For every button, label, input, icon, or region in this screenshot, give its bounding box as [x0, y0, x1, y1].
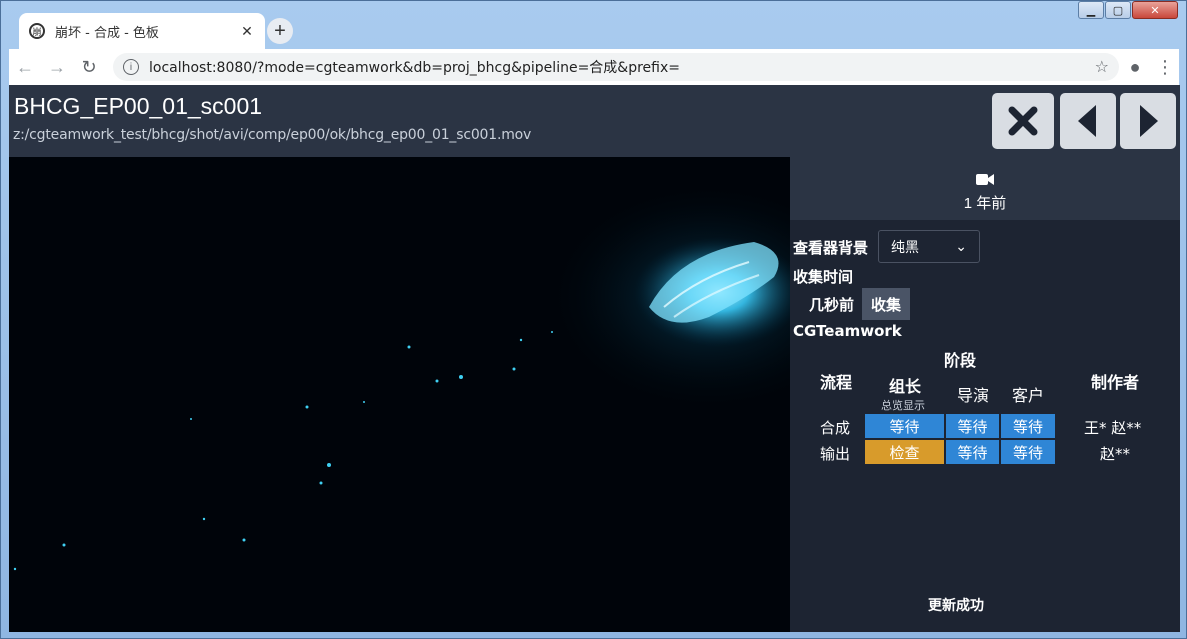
row-pipeline: 输出: [820, 445, 851, 463]
app-root: BHCG_EP00_01_sc001 z:/cgteamwork_test/bh…: [9, 85, 1180, 632]
stage-header: 阶段: [943, 351, 976, 370]
tab-title: 崩坏 - 合成 - 色板: [55, 25, 159, 41]
reload-icon[interactable]: ↻: [73, 57, 105, 78]
pipeline-header: 流程: [819, 373, 852, 392]
previous-button[interactable]: [1060, 93, 1116, 149]
previous-icon: [1078, 105, 1096, 137]
time-ago: 1 年前: [963, 195, 1007, 212]
viewer-bg-value: 纯黑: [891, 239, 919, 256]
back-icon[interactable]: ←: [9, 57, 41, 78]
collect-button[interactable]: 收集: [862, 288, 910, 320]
browser-window: ▁ ▢ ✕ 崩 崩坏 - 合成 - 色板 ✕ + ← → ↻ i localho…: [0, 0, 1187, 639]
client-header: 客户: [1011, 386, 1044, 405]
video-frame: [9, 157, 790, 632]
viewer-bg-label: 查看器背景: [793, 239, 869, 257]
director-header: 导演: [956, 386, 989, 405]
chevron-down-icon: ⌄: [955, 238, 967, 255]
account-icon[interactable]: ●: [1119, 57, 1151, 78]
lead-sub-label: 总览显示: [881, 399, 925, 412]
status-message: 更新成功: [928, 598, 984, 614]
file-path: z:/cgteamwork_test/bhcg/shot/avi/comp/ep…: [13, 127, 532, 143]
close-tab-icon[interactable]: ✕: [239, 23, 255, 40]
viewer-bg-select[interactable]: 纯黑 ⌄: [878, 230, 980, 263]
address-bar: ← → ↻ i localhost:8080/?mode=cgteamwork&…: [9, 49, 1179, 85]
video-info-bar: 1 年前: [790, 157, 1180, 220]
info-panel: 1 年前 查看器背景 纯黑 ⌄ 收集时间 几秒前 收集 CGTeamwork 阶…: [790, 157, 1180, 632]
row-pipeline: 合成: [820, 419, 851, 437]
source-label: CGTeamwork: [793, 322, 902, 340]
next-button[interactable]: [1120, 93, 1176, 149]
status-lead-check[interactable]: 检查: [865, 440, 944, 464]
new-tab-button[interactable]: +: [267, 18, 293, 44]
maker-header: 制作者: [1090, 373, 1139, 392]
tab-strip: 崩 崩坏 - 合成 - 色板 ✕ +: [9, 13, 1179, 49]
status-client-wait[interactable]: 等待: [1001, 440, 1055, 464]
status-client-wait[interactable]: 等待: [1001, 414, 1055, 438]
status-lead-wait[interactable]: 等待: [865, 414, 944, 438]
site-info-icon[interactable]: i: [123, 59, 139, 75]
lead-header: 组长: [888, 377, 921, 396]
browser-tab[interactable]: 崩 崩坏 - 合成 - 色板 ✕: [19, 13, 265, 49]
video-viewer[interactable]: [9, 157, 790, 632]
url-text: localhost:8080/?mode=cgteamwork&db=proj_…: [149, 60, 680, 76]
app-header: BHCG_EP00_01_sc001 z:/cgteamwork_test/bh…: [9, 85, 1180, 157]
collect-time-value: 几秒前: [809, 296, 855, 314]
collect-time-label: 收集时间: [793, 268, 854, 286]
close-button[interactable]: [992, 93, 1054, 149]
status-director-wait[interactable]: 等待: [946, 414, 999, 438]
close-icon: [1008, 106, 1038, 136]
shot-name: BHCG_EP00_01_sc001: [14, 93, 263, 119]
next-icon: [1140, 105, 1158, 137]
video-camera-icon: [976, 174, 994, 185]
bookmark-star-icon[interactable]: ☆: [1095, 57, 1109, 77]
favicon-icon: 崩: [29, 23, 45, 39]
url-field[interactable]: i localhost:8080/?mode=cgteamwork&db=pro…: [113, 53, 1119, 81]
status-director-wait[interactable]: 等待: [946, 440, 999, 464]
forward-icon[interactable]: →: [41, 57, 73, 78]
row-maker: 赵**: [1100, 445, 1131, 463]
menu-icon[interactable]: ⋮: [1151, 57, 1179, 78]
row-maker: 王* 赵**: [1084, 419, 1142, 437]
